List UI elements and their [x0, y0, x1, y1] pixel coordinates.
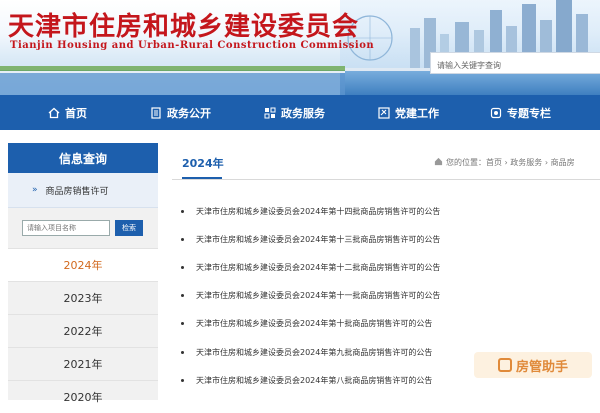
watermark-icon — [497, 358, 512, 372]
bullet-icon — [181, 351, 184, 354]
notice-title: 天津市住房和城乡建设委员会2024年第十二批商品房销售许可的公告 — [196, 263, 441, 272]
year-item-2020[interactable]: 2020年 — [8, 380, 158, 413]
document-icon — [151, 106, 161, 119]
content-header: 2024年 您的位置：首页 › 政务服务 › 商品房 — [172, 143, 600, 180]
notice-item[interactable]: 天津市住房和城乡建设委员会2024年第十三批商品房销售许可的公告 — [181, 234, 440, 245]
notice-item[interactable]: 天津市住房和城乡建设委员会2024年第十二批商品房销售许可的公告 — [181, 262, 440, 273]
site-title-english: Tianjin Housing and Urban-Rural Construc… — [10, 40, 375, 51]
notice-title: 天津市住房和城乡建设委员会2024年第十四批商品房销售许可的公告 — [196, 207, 441, 216]
notice-item[interactable]: 天津市住房和城乡建设委员会2024年第九批商品房销售许可的公告 — [181, 347, 432, 358]
bullet-icon — [181, 379, 184, 382]
notice-title: 天津市住房和城乡建设委员会2024年第十批商品房销售许可的公告 — [196, 319, 433, 328]
bullet-icon — [181, 266, 184, 269]
sidebar-item-sales-permit[interactable]: » 商品房销售许可 — [8, 173, 158, 208]
sidebar-item-label: 商品房销售许可 — [45, 186, 109, 197]
nav-special-topics[interactable]: 专题专栏 — [490, 95, 551, 130]
nav-government-affairs[interactable]: 政务公开 — [150, 95, 211, 130]
year-item-2022[interactable]: 2022年 — [8, 314, 158, 347]
nav-home-label: 首页 — [65, 106, 87, 120]
city-skyline-image — [340, 0, 600, 95]
page-title: 2024年 — [182, 157, 224, 170]
title-underline — [182, 177, 222, 179]
year-item-2024[interactable]: 2024年 — [8, 248, 158, 281]
site-title: 天津市住房和城乡建设委员会 — [8, 12, 360, 42]
notice-item[interactable]: 天津市住房和城乡建设委员会2024年第十四批商品房销售许可的公告 — [181, 206, 440, 217]
notice-item[interactable]: 天津市住房和城乡建设委员会2024年第十一批商品房销售许可的公告 — [181, 290, 440, 301]
party-icon — [378, 106, 390, 119]
sidebar: 信息查询 » 商品房销售许可 检索 2024年 2023年 2022年 2021… — [8, 143, 158, 404]
nav-government-affairs-label: 政务公开 — [167, 106, 211, 120]
project-search-input[interactable] — [22, 220, 110, 236]
main-nav: 首页 政务公开 政务服务 党建工作 专题专栏 — [0, 95, 600, 130]
topics-icon — [490, 107, 502, 118]
nav-government-services[interactable]: 政务服务 — [264, 95, 325, 130]
nav-party-work-label: 党建工作 — [395, 106, 439, 120]
bullet-icon — [181, 322, 184, 325]
notice-title: 天津市住房和城乡建设委员会2024年第十一批商品房销售许可的公告 — [196, 291, 441, 300]
bullet-icon — [181, 238, 184, 241]
breadcrumb-text: 您的位置：首页 › 政务服务 › 商品房 — [446, 158, 575, 167]
project-search-button[interactable]: 检索 — [115, 220, 143, 236]
notice-title: 天津市住房和城乡建设委员会2024年第八批商品房销售许可的公告 — [196, 376, 433, 385]
arrow-icon: » — [32, 185, 38, 195]
project-search: 检索 — [8, 208, 158, 248]
watermark-text: 房管助手 — [515, 359, 568, 375]
location-home-icon — [434, 157, 443, 166]
bullet-icon — [181, 210, 184, 213]
notice-item[interactable]: 天津市住房和城乡建设委员会2024年第十批商品房销售许可的公告 — [181, 318, 432, 329]
nav-home[interactable]: 首页 — [48, 95, 87, 130]
site-search-input[interactable] — [431, 55, 600, 76]
site-search-box — [430, 52, 600, 76]
year-item-2021[interactable]: 2021年 — [8, 347, 158, 380]
riverbank-image — [0, 66, 345, 95]
nav-government-services-label: 政务服务 — [281, 106, 325, 120]
notice-title: 天津市住房和城乡建设委员会2024年第十三批商品房销售许可的公告 — [196, 235, 441, 244]
bullet-icon — [181, 294, 184, 297]
watermark-badge: 房管助手 — [474, 352, 592, 378]
nav-party-work[interactable]: 党建工作 — [378, 95, 439, 130]
sidebar-heading: 信息查询 — [8, 143, 158, 173]
home-icon — [48, 107, 60, 118]
services-icon — [264, 107, 276, 118]
year-item-2023[interactable]: 2023年 — [8, 281, 158, 314]
nav-special-topics-label: 专题专栏 — [507, 106, 551, 120]
header-banner: 天津市住房和城乡建设委员会 Tianjin Housing and Urban-… — [0, 0, 600, 95]
breadcrumb: 您的位置：首页 › 政务服务 › 商品房 — [434, 157, 575, 168]
notice-title: 天津市住房和城乡建设委员会2024年第九批商品房销售许可的公告 — [196, 348, 433, 357]
notice-item[interactable]: 天津市住房和城乡建设委员会2024年第八批商品房销售许可的公告 — [181, 375, 432, 386]
